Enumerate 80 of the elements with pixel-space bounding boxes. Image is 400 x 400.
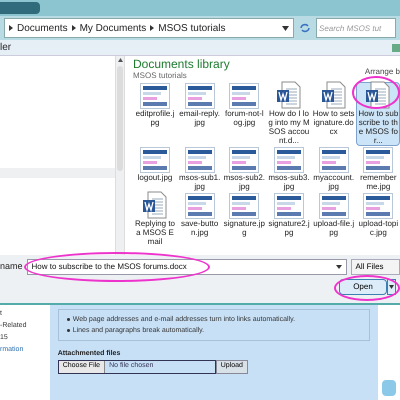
file-item[interactable]: How do I log into my MSOS account.d... — [267, 82, 311, 146]
image-thumbnail-icon — [318, 147, 349, 173]
image-thumbnail-icon — [318, 193, 349, 219]
file-item[interactable]: msos-sub2.jpg — [222, 146, 266, 192]
word-document-icon — [143, 191, 167, 219]
word-document-icon — [366, 81, 390, 109]
image-thumbnail-icon — [363, 147, 394, 173]
file-item[interactable]: logout.jpg — [133, 146, 177, 192]
file-name: upload-file.jpg — [312, 219, 355, 237]
file-name: msos-sub2.jpg — [223, 173, 266, 191]
file-name: How to setsignature.docx — [312, 109, 355, 136]
file-item[interactable]: rememberme.jpg — [356, 146, 400, 192]
scroll-up-icon[interactable] — [118, 58, 122, 62]
file-item[interactable]: myaccount.jpg — [312, 146, 356, 192]
image-thumbnail-icon — [184, 147, 215, 173]
address-bar[interactable]: Documents My Documents MSOS tutorials — [4, 18, 294, 38]
image-thumbnail-icon — [274, 193, 304, 219]
word-document-icon — [322, 81, 346, 109]
toolbar-button[interactable]: ler — [0, 40, 12, 55]
file-item[interactable]: signature2.jpg — [267, 192, 311, 247]
image-thumbnail-icon — [184, 83, 215, 109]
file-item[interactable]: upload-topic.jpg — [356, 192, 400, 247]
bullet-icon — [66, 329, 70, 332]
file-item[interactable]: save-button.jpg — [178, 192, 222, 247]
image-thumbnail-icon — [140, 147, 170, 173]
breadcrumb-item[interactable]: Documents — [17, 20, 68, 36]
breadcrumb-arrow-icon — [72, 25, 76, 31]
image-thumbnail-icon — [274, 147, 304, 173]
file-name: logout.jpg — [136, 173, 174, 182]
file-name: upload-topic.jpg — [358, 219, 400, 237]
highlight-ellipse — [352, 76, 400, 109]
file-item[interactable]: editprofile.jpg — [133, 82, 177, 146]
file-name-field[interactable]: How to subscribe to the MSOS forums.docx — [26, 259, 347, 275]
dropdown-arrow-icon[interactable] — [282, 26, 289, 30]
file-name: rememberme.jpg — [359, 173, 398, 191]
search-field[interactable]: Search MSOS tut — [316, 18, 396, 38]
image-thumbnail-icon — [184, 193, 215, 219]
file-name: signature2.jpg — [268, 219, 310, 237]
file-name: Replying to a MSOS Email — [134, 219, 176, 246]
breadcrumb-arrow-icon — [150, 25, 154, 31]
breadcrumb-arrow-icon — [9, 25, 13, 31]
refresh-icon[interactable] — [298, 21, 312, 35]
file-name: How do I log into my MSOS account.d... — [268, 109, 310, 145]
open-button[interactable]: Open — [339, 279, 387, 295]
file-item[interactable]: How to setsignature.docx — [312, 82, 356, 146]
dropdown-arrow-icon[interactable] — [336, 265, 342, 269]
breadcrumb-item[interactable]: MSOS tutorials — [158, 20, 226, 36]
file-item[interactable]: upload-file.jpg — [312, 192, 356, 247]
image-thumbnail-icon — [229, 193, 260, 219]
file-name: signature.jpg — [223, 219, 266, 237]
file-name: myaccount.jpg — [312, 173, 355, 191]
library-subtitle: MSOS tutorials — [133, 71, 188, 80]
image-thumbnail-icon — [229, 147, 260, 173]
image-thumbnail-icon — [229, 83, 260, 109]
word-document-icon — [277, 81, 301, 109]
library-title: Documents library — [133, 58, 230, 71]
file-name: forum-not-log.jpg — [224, 109, 265, 127]
scrollbar[interactable] — [115, 56, 125, 255]
file-name: editprofile.jpg — [134, 109, 176, 127]
file-name: How to subscribe to the MSOS for... — [357, 109, 400, 145]
image-thumbnail-icon — [363, 193, 394, 219]
file-item[interactable]: How to subscribe to the MSOS for... — [356, 82, 400, 146]
breadcrumb-item[interactable]: My Documents — [80, 20, 146, 36]
bullet-icon — [66, 318, 70, 321]
dropdown-arrow-icon[interactable] — [389, 285, 394, 289]
file-name: msos-sub1.jpg — [178, 173, 221, 191]
file-name-label: name — [0, 260, 23, 274]
file-item[interactable]: email-reply.jpg — [178, 82, 222, 146]
file-item[interactable]: msos-sub3.jpg — [267, 146, 311, 192]
arrange-by-label[interactable]: Arrange b — [364, 66, 400, 80]
file-item[interactable]: forum-not-log.jpg — [222, 82, 266, 146]
file-name: email-reply.jpg — [178, 109, 221, 127]
image-thumbnail-icon — [140, 83, 170, 109]
file-type-dropdown[interactable]: All Files — [350, 259, 400, 275]
file-item[interactable]: signature.jpg — [222, 192, 266, 247]
file-name: msos-sub3.jpg — [268, 173, 310, 191]
file-name: save-button.jpg — [180, 219, 220, 237]
file-item[interactable]: msos-sub1.jpg — [178, 146, 222, 192]
highlight-ellipse — [334, 275, 400, 301]
file-item[interactable]: Replying to a MSOS Email — [133, 192, 177, 247]
